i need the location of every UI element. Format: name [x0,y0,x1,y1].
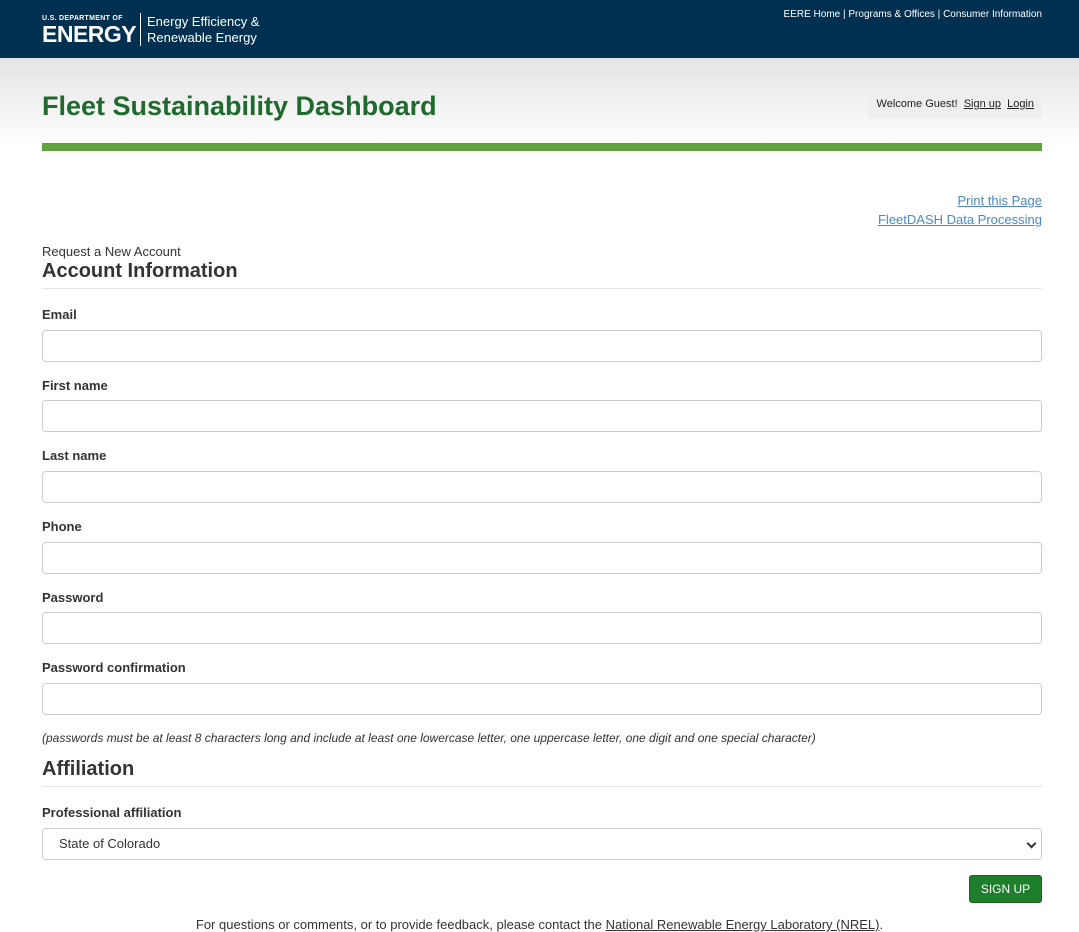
office-name[interactable]: Energy Efficiency & Renewable Energy [147,14,259,46]
data-processing-link[interactable]: FleetDASH Data Processing [878,210,1042,229]
password-confirmation-label: Password confirmation [42,660,186,675]
logo-divider [140,13,141,46]
first-name-label: First name [42,378,108,393]
welcome-box: Welcome Guest! Sign up Login [868,91,1042,118]
doe-logo[interactable]: U.S. DEPARTMENT OF ENERGY [42,15,137,47]
top-nav: EERE Home | Programs & Offices | Consume… [784,9,1042,20]
page-title: Fleet Sustainability Dashboard [42,91,437,121]
professional-affiliation-label: Professional affiliation [42,805,182,820]
password-confirmation-input[interactable] [42,683,1042,715]
utility-links: Print this Page FleetDASH Data Processin… [878,191,1042,229]
last-name-label: Last name [42,448,107,463]
page-footer: For questions or comments, or to provide… [0,917,1079,932]
password-hint: (passwords must be at least 8 characters… [42,731,816,745]
programs-offices-link[interactable]: Programs & Offices [848,9,935,20]
sign-up-button[interactable]: SIGN UP [969,875,1042,903]
welcome-text: Welcome Guest! [876,98,958,110]
last-name-input[interactable] [42,471,1042,503]
office-name-line2: Renewable Energy [147,30,257,45]
footer-suffix: . [879,917,884,932]
sign-up-link[interactable]: Sign up [964,98,1001,110]
first-name-input[interactable] [42,400,1042,432]
accent-bar [42,143,1042,151]
request-account-label: Request a New Account [42,244,181,259]
email-input[interactable] [42,330,1042,362]
password-input[interactable] [42,612,1042,644]
nrel-link[interactable]: National Renewable Energy Laboratory (NR… [606,917,880,932]
site-header-bar: U.S. DEPARTMENT OF ENERGY Energy Efficie… [0,0,1079,58]
print-page-link[interactable]: Print this Page [878,191,1042,210]
chevron-down-icon [1026,838,1037,849]
login-link[interactable]: Login [1007,98,1034,110]
professional-affiliation-select[interactable]: State of Colorado [42,828,1042,860]
selected-affiliation: State of Colorado [59,836,161,851]
phone-label: Phone [42,519,82,534]
consumer-information-link[interactable]: Consumer Information [943,9,1042,20]
account-information-heading: Account Information [42,260,1042,289]
affiliation-heading: Affiliation [42,758,1042,787]
footer-text: For questions or comments, or to provide… [195,917,606,932]
nav-separator: | [934,9,944,20]
phone-input[interactable] [42,542,1042,574]
office-name-line1: Energy Efficiency & [147,14,260,29]
password-label: Password [42,590,104,605]
doe-logo-big-text: ENERGY [42,21,137,47]
eere-home-link[interactable]: EERE Home [784,9,841,20]
email-label: Email [42,307,77,322]
